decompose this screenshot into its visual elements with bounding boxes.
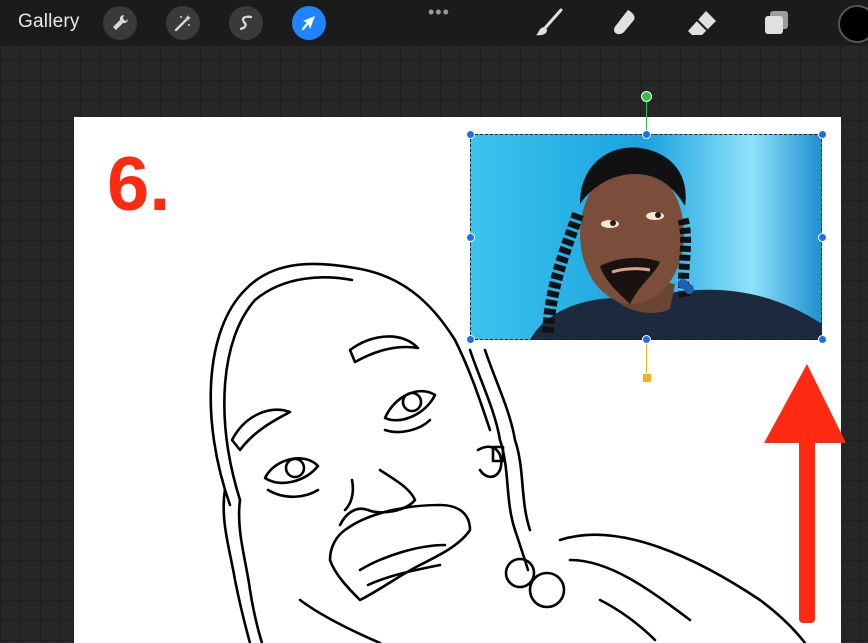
resize-handle-bottom-right[interactable] <box>818 335 827 344</box>
procreate-app: Gallery ••• 6. <box>0 0 868 643</box>
red-arrow-up <box>764 364 846 623</box>
resize-handle-right[interactable] <box>818 233 827 242</box>
resize-handle-top-left[interactable] <box>466 130 475 139</box>
transform-bounding-box[interactable] <box>470 134 822 340</box>
resize-handle-bottom[interactable] <box>642 335 651 344</box>
head-inner-path <box>223 276 354 502</box>
rotation-handle[interactable] <box>641 91 652 102</box>
resize-handle-left[interactable] <box>466 233 475 242</box>
resize-handle-top[interactable] <box>642 130 651 139</box>
warp-handle-stem <box>646 340 647 376</box>
resize-handle-bottom-left[interactable] <box>466 335 475 344</box>
resize-handle-top-right[interactable] <box>818 130 827 139</box>
warp-handle[interactable] <box>642 373 652 383</box>
head-outline-path <box>209 262 492 507</box>
